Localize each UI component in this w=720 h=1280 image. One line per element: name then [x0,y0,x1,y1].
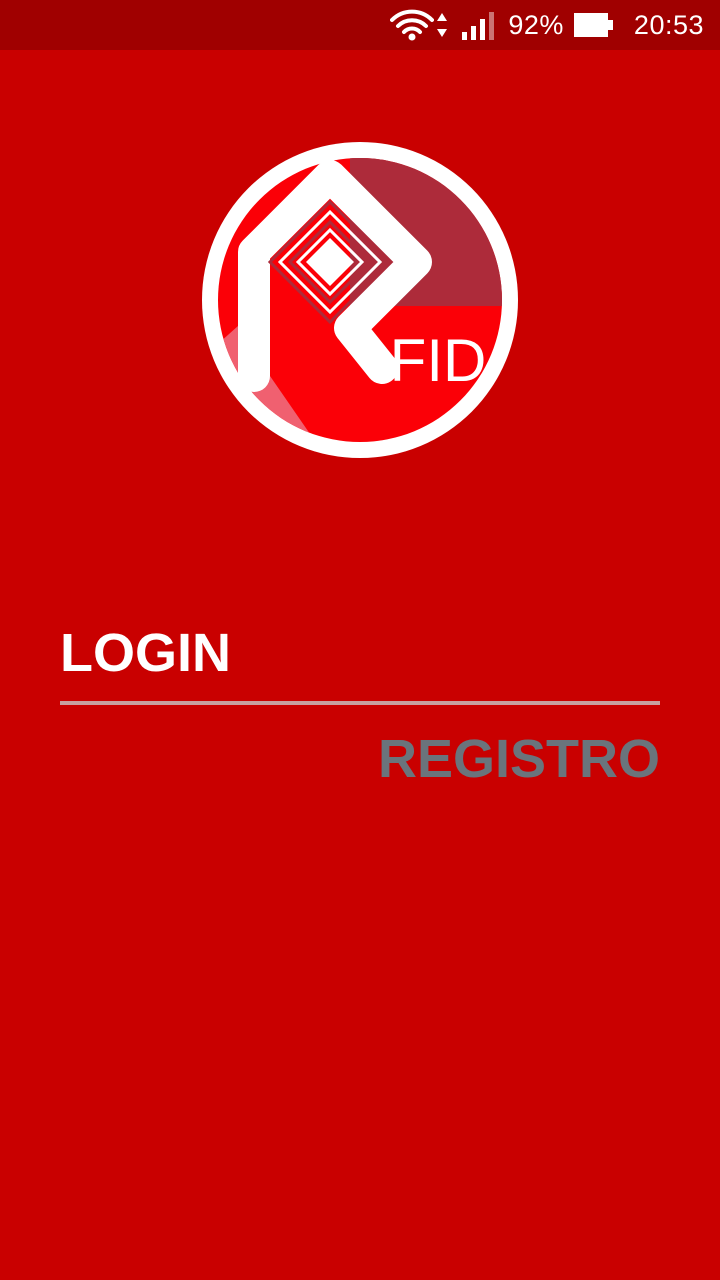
signal-icon [462,12,495,40]
rfid-logo: FID [202,142,518,458]
tab-login[interactable]: LOGIN [60,618,231,688]
tab-divider [60,701,660,705]
logo-text: FID [390,327,487,394]
clock: 20:53 [633,9,704,40]
wifi-icon [390,9,435,41]
tab-registro[interactable]: REGISTRO [378,724,660,794]
data-transfer-icon [437,13,448,37]
status-bar: 92% 20:53 [0,0,720,50]
status-icons: 92% 20:53 [390,0,704,50]
battery-icon [573,13,613,37]
battery-percent: 92% [508,9,564,40]
